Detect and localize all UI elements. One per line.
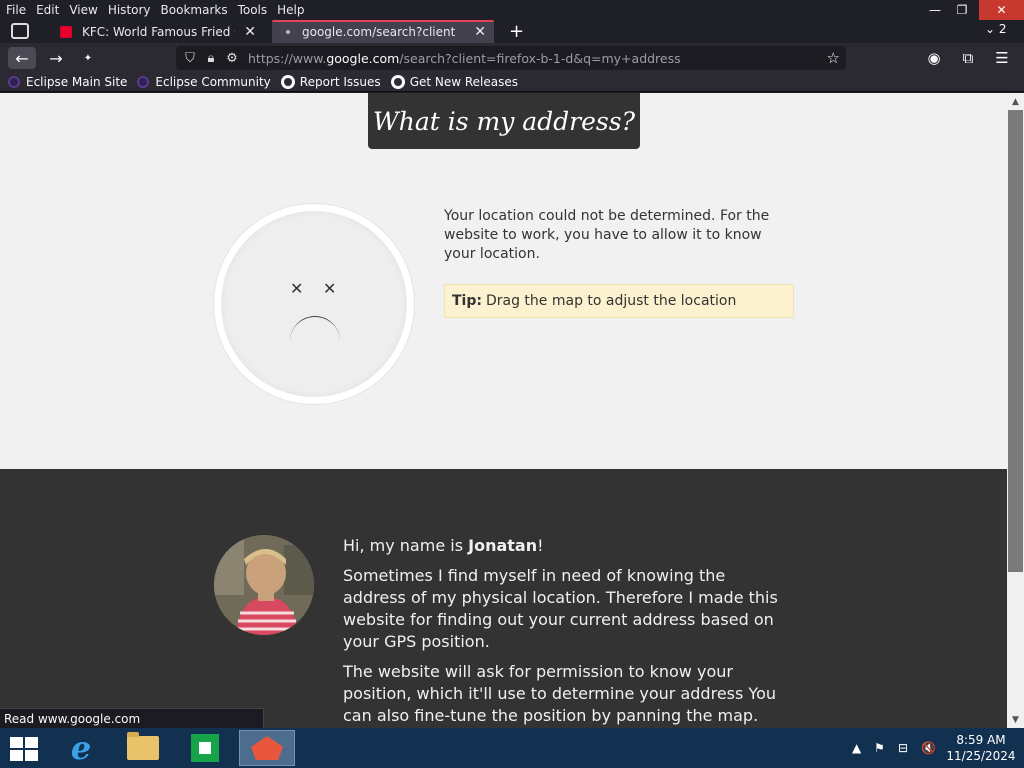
bookmark-label: Eclipse Community xyxy=(155,74,271,89)
forward-button[interactable]: → xyxy=(42,47,70,69)
bookmark-eclipse-main[interactable]: Eclipse Main Site xyxy=(8,75,127,89)
tab-google-search[interactable]: google.com/search?client=firef ✕ xyxy=(272,20,494,43)
extensions-icon[interactable]: ⧉ xyxy=(955,47,981,69)
menu-view[interactable]: View xyxy=(64,0,102,20)
tab-close-icon[interactable]: ✕ xyxy=(244,24,256,40)
clock[interactable]: 8:59 AM 11/25/2024 xyxy=(946,732,1016,764)
internet-explorer-icon: e xyxy=(70,729,92,767)
author-name: Jonatan xyxy=(468,536,538,555)
store-button[interactable] xyxy=(177,730,233,766)
new-tab-button[interactable]: + xyxy=(509,20,524,43)
clock-date: 11/25/2024 xyxy=(946,749,1016,763)
menu-bookmarks[interactable]: Bookmarks xyxy=(156,0,233,20)
intro-line: Hi, my name is Jonatan! xyxy=(343,536,544,555)
network-icon[interactable]: ⊟ xyxy=(898,728,908,768)
scroll-up-icon[interactable]: ▲ xyxy=(1007,93,1024,110)
back-button[interactable]: ← xyxy=(8,47,36,69)
windows-logo-pane xyxy=(10,750,23,761)
about-paragraph-1: Sometimes I find myself in need of knowi… xyxy=(343,566,778,651)
menu-tools[interactable]: Tools xyxy=(233,0,273,20)
tab-strip: KFC: World Famous Fried Chick ✕ google.c… xyxy=(0,20,1024,43)
tab-list-button[interactable]: ⌄ 2 xyxy=(985,22,1007,36)
menu-help[interactable]: Help xyxy=(272,0,309,20)
maximize-button[interactable]: ❐ xyxy=(945,0,979,20)
clock-time: 8:59 AM xyxy=(956,733,1006,747)
tip-text: Drag the map to adjust the location xyxy=(485,293,737,309)
tab-title: google.com/search?client=firef xyxy=(302,24,455,39)
url-bar[interactable]: ⛉ 🔒︎ ⚙ https://www.google.com/search?cli… xyxy=(176,46,846,70)
volume-muted-icon[interactable]: 🔇 xyxy=(921,728,936,768)
account-icon[interactable]: ◉ xyxy=(921,47,947,69)
reload-button[interactable]: ✦ xyxy=(74,47,102,69)
author-photo xyxy=(214,535,314,635)
menu-history[interactable]: History xyxy=(103,0,156,20)
site-title[interactable]: What is my address? xyxy=(368,93,640,149)
tracking-shield-icon[interactable]: ⛉ xyxy=(183,51,197,66)
tip-label: Tip: xyxy=(452,293,482,309)
kfc-favicon-icon xyxy=(60,25,72,38)
scroll-down-icon[interactable]: ▼ xyxy=(1007,711,1024,728)
eye-left: ✕ xyxy=(290,279,304,298)
github-icon xyxy=(390,74,405,89)
sad-face-icon: ✕ ✕ xyxy=(214,204,414,404)
lock-icon[interactable]: 🔒︎ xyxy=(204,51,218,66)
start-button[interactable] xyxy=(10,737,38,761)
action-center-flag-icon[interactable]: ⚑ xyxy=(874,728,885,768)
url-text: https://www.google.com/search?client=fir… xyxy=(248,50,681,66)
tab-overview-icon[interactable] xyxy=(11,23,29,39)
menu-file[interactable]: File xyxy=(0,0,31,20)
bookmark-label: Get New Releases xyxy=(409,74,519,89)
location-section: What is my address? ✕ ✕ Your location co… xyxy=(0,93,1007,469)
file-explorer-button[interactable] xyxy=(115,730,171,766)
windows-logo-icon xyxy=(10,737,23,748)
eye-right: ✕ xyxy=(323,279,337,298)
menu-hamburger-icon[interactable]: ☰ xyxy=(989,47,1015,69)
folder-icon xyxy=(127,732,159,760)
taskbar: e ▲ ⚑ ⊟ 🔇 8:59 AM 11/25/2024 xyxy=(0,728,1024,768)
about-paragraph-2: The website will ask for permission to k… xyxy=(343,662,776,725)
menu-bar: File Edit View History Bookmarks Tools H… xyxy=(0,0,1024,20)
scrollbar-thumb[interactable] xyxy=(1008,110,1023,572)
bookmark-label: Report Issues xyxy=(299,74,381,89)
bookmark-label: Eclipse Main Site xyxy=(26,74,128,89)
mouth xyxy=(290,316,340,366)
page-scrollbar[interactable]: ▲ ▼ xyxy=(1007,93,1024,728)
bookmark-get-new-releases[interactable]: Get New Releases xyxy=(390,74,519,89)
bookmarks-bar: Eclipse Main Site Eclipse Community Repo… xyxy=(0,72,1024,92)
active-app-button[interactable] xyxy=(239,730,295,766)
eclipse-icon xyxy=(8,75,20,88)
page-content: What is my address? ✕ ✕ Your location co… xyxy=(0,93,1007,728)
github-icon xyxy=(280,74,295,89)
permissions-icon[interactable]: ⚙ xyxy=(225,51,239,66)
tab-close-icon[interactable]: ✕ xyxy=(474,24,486,40)
location-error-message: Your location could not be determined. F… xyxy=(444,208,770,262)
show-hidden-icons-button[interactable]: ▲ xyxy=(852,728,861,768)
windows-logo-pane xyxy=(25,750,38,761)
internet-explorer-button[interactable]: e xyxy=(53,730,109,766)
tip-box: Tip: Drag the map to adjust the location xyxy=(444,284,794,318)
bookmark-report-issues[interactable]: Report Issues xyxy=(280,74,381,89)
navigation-bar: ← → ✦ ⛉ 🔒︎ ⚙ https://www.google.com/sear… xyxy=(0,43,1024,72)
close-window-button[interactable]: ✕ xyxy=(979,0,1024,20)
tab-kfc[interactable]: KFC: World Famous Fried Chick ✕ xyxy=(52,20,264,43)
bookmark-star-icon[interactable]: ☆ xyxy=(827,49,840,67)
menu-edit[interactable]: Edit xyxy=(31,0,64,20)
eclipse-icon xyxy=(137,75,150,88)
about-section: Hi, my name is Jonatan! Sometimes I find… xyxy=(0,469,1007,728)
about-text: Hi, my name is Jonatan! Sometimes I find… xyxy=(343,535,787,728)
loading-favicon-icon xyxy=(286,29,290,34)
app-icon xyxy=(251,736,283,760)
avatar xyxy=(214,535,314,635)
tab-title: KFC: World Famous Fried Chick xyxy=(82,24,235,39)
status-bar: Read www.google.com xyxy=(0,708,264,728)
windows-logo-pane xyxy=(25,737,38,748)
bookmark-eclipse-community[interactable]: Eclipse Community xyxy=(137,74,271,89)
store-icon xyxy=(191,734,219,762)
